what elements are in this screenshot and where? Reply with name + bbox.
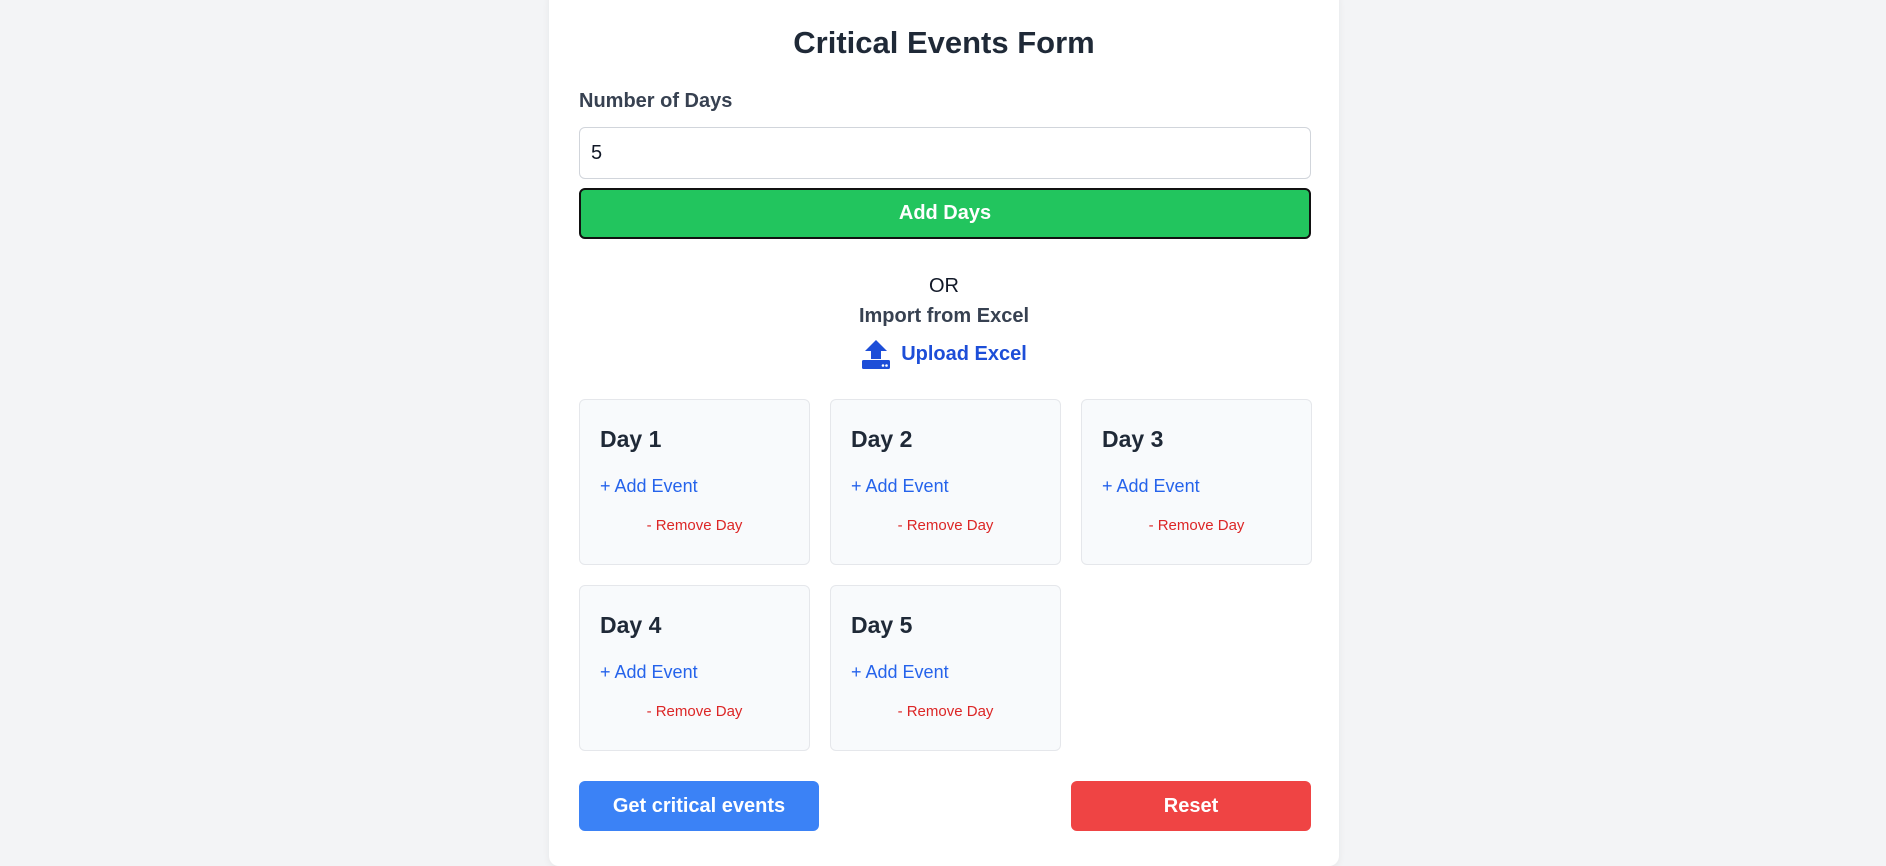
day-card: Day 1 + Add Event - Remove Day — [579, 399, 810, 565]
reset-button[interactable]: Reset — [1071, 781, 1311, 831]
day-card: Day 4 + Add Event - Remove Day — [579, 585, 810, 751]
day-title: Day 4 — [600, 612, 662, 638]
add-event-link[interactable]: + Add Event — [851, 660, 949, 684]
day-title: Day 2 — [851, 426, 913, 452]
get-critical-events-button[interactable]: Get critical events — [579, 781, 819, 831]
upload-row: Upload Excel — [579, 337, 1309, 371]
add-event-link[interactable]: + Add Event — [600, 660, 698, 684]
day-card: Day 5 + Add Event - Remove Day — [830, 585, 1061, 751]
upload-excel-button[interactable]: Upload Excel — [861, 339, 1027, 369]
form-actions: Get critical events Reset — [579, 781, 1311, 831]
import-from-excel-label: Import from Excel — [858, 305, 1030, 327]
add-days-button[interactable]: Add Days — [579, 188, 1311, 239]
days-grid: Day 1 + Add Event - Remove Day Day 2 + A… — [579, 399, 1312, 751]
day-title: Day 5 — [851, 612, 913, 638]
add-event-link[interactable]: + Add Event — [851, 474, 949, 498]
day-card: Day 3 + Add Event - Remove Day — [1081, 399, 1312, 565]
remove-day-link[interactable]: - Remove Day — [851, 702, 1040, 722]
critical-events-form-card: Critical Events Form Number of Days Add … — [549, 0, 1339, 866]
upload-icon — [861, 339, 891, 369]
number-of-days-label: Number of Days — [579, 90, 733, 112]
add-event-link[interactable]: + Add Event — [600, 474, 698, 498]
add-event-link[interactable]: + Add Event — [1102, 474, 1200, 498]
day-title: Day 1 — [600, 426, 662, 452]
page-title: Critical Events Form — [793, 25, 1095, 60]
remove-day-link[interactable]: - Remove Day — [1102, 516, 1291, 536]
upload-excel-label: Upload Excel — [901, 342, 1027, 365]
remove-day-link[interactable]: - Remove Day — [600, 516, 789, 536]
day-card: Day 2 + Add Event - Remove Day — [830, 399, 1061, 565]
or-separator: OR — [929, 275, 959, 297]
day-title: Day 3 — [1102, 426, 1164, 452]
number-of-days-input[interactable] — [579, 127, 1311, 179]
remove-day-link[interactable]: - Remove Day — [600, 702, 789, 722]
remove-day-link[interactable]: - Remove Day — [851, 516, 1040, 536]
